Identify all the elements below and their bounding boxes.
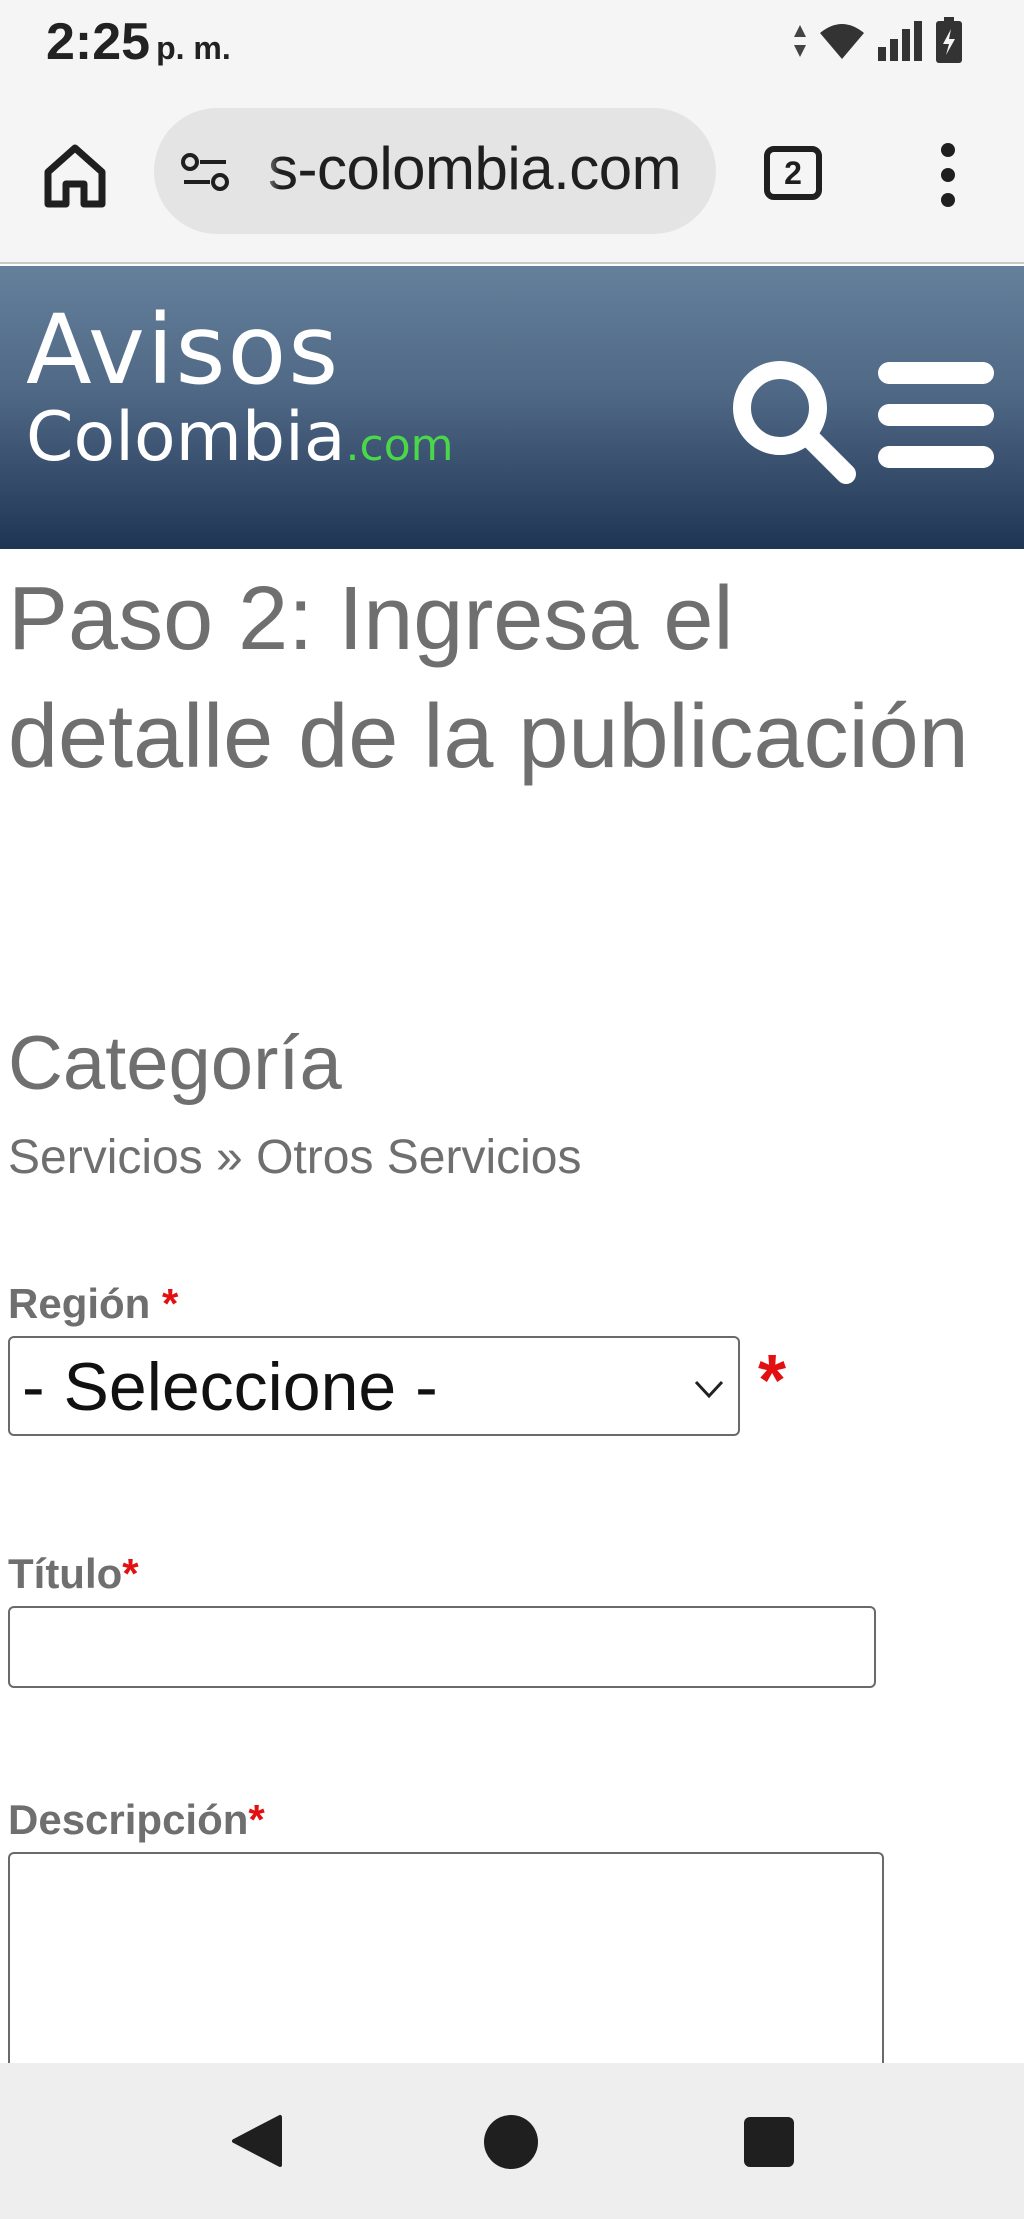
region-select-required: * <box>758 1341 787 1421</box>
browser-toolbar: s-colombia.com 2 <box>0 90 1024 264</box>
battery-charging-icon <box>936 17 962 63</box>
search-icon[interactable] <box>728 356 858 486</box>
home-button-icon[interactable] <box>484 2115 538 2169</box>
title-label-required: * <box>122 1550 139 1597</box>
status-time: 2:25 p. m. <box>46 12 231 72</box>
recent-apps-icon[interactable] <box>744 2117 794 2167</box>
logo-line1: Avisos <box>26 294 341 406</box>
site-logo[interactable]: Avisos Colombia.com <box>26 302 454 482</box>
status-bar: 2:25 p. m. <box>0 0 1024 90</box>
back-icon[interactable] <box>228 2113 286 2169</box>
data-transfer-icon <box>794 25 806 57</box>
title-label: Título* <box>8 1550 139 1598</box>
region-label-text: Región <box>8 1280 151 1327</box>
address-bar-fade <box>240 108 280 234</box>
wifi-icon <box>820 24 864 59</box>
category-path: Servicios » Otros Servicios <box>8 1131 582 1184</box>
title-input[interactable] <box>8 1606 876 1688</box>
status-time-ampm: p. m. <box>156 30 231 66</box>
address-bar-url: s-colombia.com <box>268 135 682 202</box>
tab-switcher-button[interactable]: 2 <box>764 146 822 200</box>
site-settings-icon[interactable] <box>180 150 230 194</box>
description-textarea[interactable] <box>8 1852 884 2072</box>
region-select-value: - Seleccione - <box>22 1349 438 1425</box>
description-label: Descripción* <box>8 1796 265 1844</box>
site-header: Avisos Colombia.com <box>0 266 1024 549</box>
chevron-down-icon <box>694 1380 724 1399</box>
logo-line2: Colombia.com <box>26 402 454 482</box>
more-options-icon[interactable] <box>930 142 966 208</box>
main-content: Paso 2: Ingresa el detalle de la publica… <box>8 560 1008 796</box>
description-label-required: * <box>248 1796 265 1843</box>
hamburger-menu-icon[interactable] <box>878 362 994 468</box>
category-heading: Categoría <box>8 1021 342 1106</box>
region-label-required: * <box>162 1280 179 1327</box>
status-time-value: 2:25 <box>46 13 151 71</box>
system-navigation-bar <box>0 2063 1024 2219</box>
address-bar[interactable]: s-colombia.com <box>154 108 716 234</box>
logo-suffix: .com <box>345 420 454 471</box>
title-label-text: Título <box>8 1550 123 1597</box>
description-label-text: Descripción <box>8 1796 249 1843</box>
signal-icon <box>878 21 922 61</box>
status-icons <box>792 16 964 66</box>
logo-line2-text: Colombia <box>26 398 346 477</box>
region-label: Región * <box>8 1280 178 1328</box>
page-title: Paso 2: Ingresa el detalle de la publica… <box>8 569 969 787</box>
region-select[interactable]: - Seleccione - <box>8 1336 740 1436</box>
home-icon[interactable] <box>40 140 110 210</box>
